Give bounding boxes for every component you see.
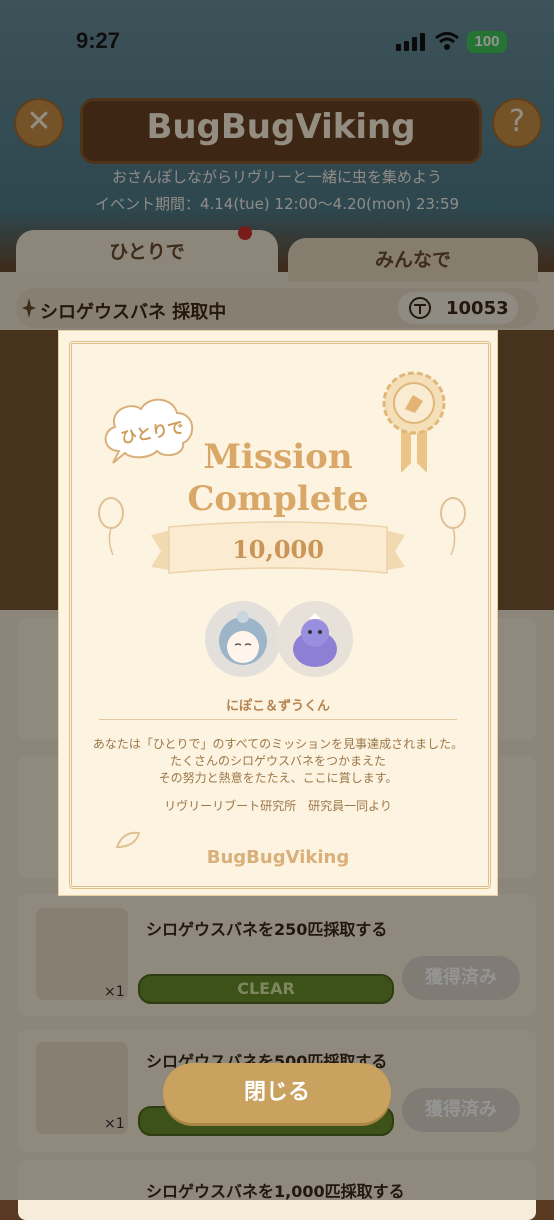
balloon-icon: [98, 497, 124, 556]
certificate-title-line1: Mission: [203, 437, 353, 477]
character-avatar: [277, 601, 353, 677]
mission-complete-certificate: ひとりで Mission Complete 10,000 にぽこ＆ずうくん あな…: [58, 330, 498, 896]
divider: [99, 719, 457, 720]
certificate-logo: BugBugViking: [206, 847, 350, 868]
balloon-icon: [440, 497, 466, 556]
certificate-body-line: たくさんのシロゲウスバネをつかまえた: [169, 754, 386, 768]
certificate-body-line: あなたは「ひとりで」のすべてのミッションを見事達成されました。: [92, 737, 464, 751]
character-names: にぽこ＆ずうくん: [225, 699, 330, 714]
close-button[interactable]: 閉じる: [163, 1063, 391, 1123]
character-avatar: [205, 601, 281, 677]
certificate-body-line: その努力と熱意をたたえ、ここに賞します。: [158, 771, 398, 785]
certificate-signature: リヴリーリブート研究所 研究員一同より: [164, 799, 392, 813]
